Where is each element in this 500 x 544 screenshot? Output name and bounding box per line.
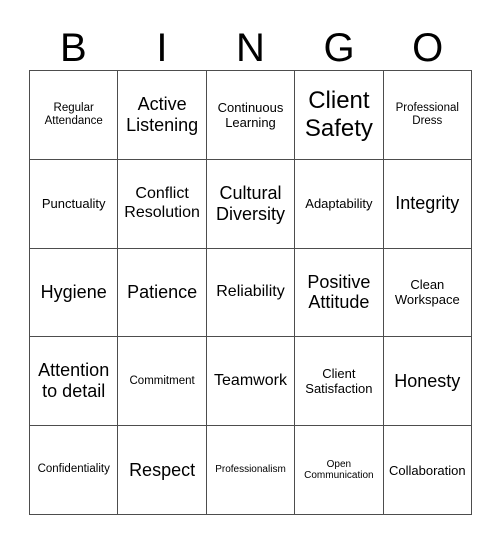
bingo-cell-label: Confidentiality (37, 463, 110, 476)
bingo-cell-label: Continuous Learning (217, 99, 284, 130)
bingo-grid: Regular Attendance Active Listening Contin… (29, 70, 472, 515)
bingo-cell-r5c2[interactable]: Respect (118, 426, 207, 515)
bingo-cell-r4c1[interactable]: Attention to detail (30, 337, 119, 427)
bingo-cell-r2c5[interactable]: Integrity (383, 159, 472, 249)
bingo-cell-r4c3[interactable]: Teamwork (206, 337, 296, 427)
bingo-cell-label: Active Listening (126, 94, 199, 135)
bingo-cell-label: Clean Workspace (394, 277, 460, 308)
bingo-cell-r2c2[interactable]: Conflict Resolution (118, 159, 207, 249)
bingo-cell-r1c5[interactable]: Professional Dress (383, 71, 472, 160)
bingo-cell-r1c1[interactable]: Regular Attendance (30, 71, 119, 160)
bingo-cell-r2c1[interactable]: Punctuality (30, 159, 119, 249)
bingo-cell-r3c3[interactable]: Reliability (206, 248, 296, 338)
bingo-cell-label: Client Satisfaction (305, 366, 373, 397)
bingo-cell-r3c4[interactable]: Positive Attitude (295, 248, 384, 338)
bingo-cell-label: Patience (127, 282, 198, 303)
bingo-cell-label: Professional Dress (395, 101, 459, 127)
bingo-cell-r4c4[interactable]: Client Satisfaction (295, 337, 384, 427)
bingo-cell-r2c4[interactable]: Adaptability (295, 159, 384, 249)
bingo-cell-label: Collaboration (388, 462, 466, 478)
bingo-cell-r3c1[interactable]: Hygiene (30, 248, 119, 338)
bingo-cell-label: Client Safety (304, 87, 373, 142)
bingo-cell-r3c2[interactable]: Patience (118, 248, 207, 338)
bingo-header-letter-i: I (156, 26, 168, 70)
bingo-cell-label: Commitment (129, 374, 195, 387)
bingo-header-letter-b: B (59, 26, 87, 70)
bingo-cell-r5c3[interactable]: Professionalism (206, 426, 296, 515)
bingo-cell-label: Honesty (394, 370, 461, 391)
bingo-cell-label: Regular Attendance (44, 101, 103, 127)
bingo-cell-r4c5[interactable]: Honesty (383, 337, 472, 427)
bingo-cell-label: Conflict Resolution (124, 185, 200, 221)
bingo-header-letter-o: O (412, 26, 444, 70)
bingo-cell-r5c5[interactable]: Collaboration (383, 426, 472, 515)
bingo-cell-r1c2[interactable]: Active Listening (118, 71, 207, 160)
bingo-header-letter-g: G (323, 26, 355, 70)
bingo-cell-label: Cultural Diversity (215, 182, 285, 224)
bingo-cell-label: Hygiene (40, 282, 107, 303)
bingo-cell-label: Open Communication (304, 458, 374, 482)
bingo-cell-label: Attention to detail (38, 360, 110, 402)
bingo-header-row: B I N G O (29, 22, 472, 70)
bingo-cell-r1c3[interactable]: Continuous Learning (206, 71, 296, 160)
bingo-cell-label: Integrity (395, 193, 460, 214)
bingo-cell-r1c4[interactable]: Client Safety (295, 71, 384, 160)
bingo-cell-label: Professionalism (215, 464, 286, 476)
bingo-cell-label: Adaptability (305, 196, 373, 212)
bingo-cell-r5c4[interactable]: Open Communication (295, 426, 384, 515)
bingo-cell-label: Punctuality (41, 196, 106, 212)
bingo-header-letter-n: N (236, 26, 265, 70)
bingo-card: B I N G O Regular Attendance Active Liste… (0, 0, 500, 544)
bingo-cell-label: Reliability (216, 283, 285, 301)
bingo-cell-r2c3[interactable]: Cultural Diversity (206, 159, 296, 249)
bingo-cell-label: Respect (129, 459, 196, 480)
bingo-cell-label: Teamwork (214, 372, 287, 390)
bingo-cell-label: Positive Attitude (307, 271, 371, 313)
bingo-cell-r5c1[interactable]: Confidentiality (30, 426, 119, 515)
bingo-cell-r4c2[interactable]: Commitment (118, 337, 207, 427)
bingo-cell-r3c5[interactable]: Clean Workspace (383, 248, 472, 338)
